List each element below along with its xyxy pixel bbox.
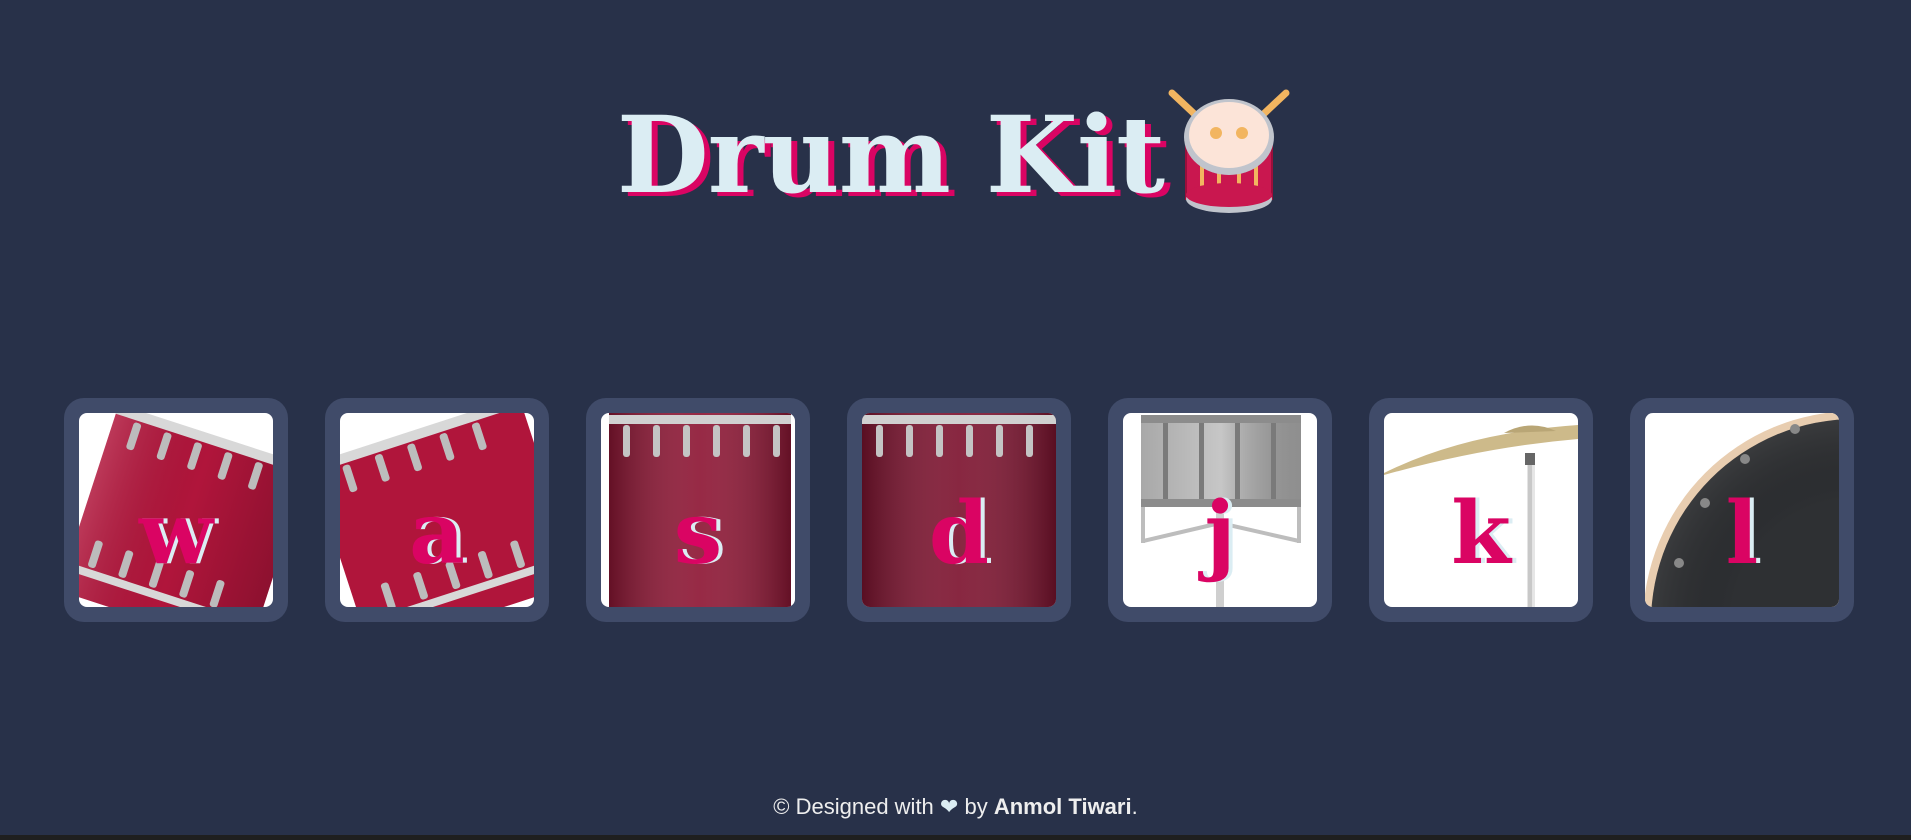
drum-pad-l[interactable]: l [1630, 398, 1854, 622]
drum-pad-k[interactable]: k [1369, 398, 1593, 622]
pad-key-label: j [1204, 483, 1236, 584]
footer-by: by [964, 794, 988, 819]
pad-key-label: a [409, 483, 465, 584]
drum-pad-a[interactable]: a [325, 398, 549, 622]
drum-pad-s[interactable]: s [586, 398, 810, 622]
pad-face: s [601, 413, 795, 607]
pad-key-label: w [138, 483, 214, 584]
page-title: Drum Kit [616, 92, 1165, 217]
drum-pad-j[interactable]: j [1108, 398, 1332, 622]
pad-face: j [1123, 413, 1317, 607]
drum-icon [1168, 89, 1290, 213]
pad-key-label: d [928, 483, 990, 584]
pad-face: w [79, 413, 273, 607]
footer-author[interactable]: Anmol Tiwari [994, 794, 1132, 819]
drum-pad-d[interactable]: d [847, 398, 1071, 622]
footer: © Designed with ❤ by Anmol Tiwari. [0, 794, 1911, 820]
drum-pads: w a s d j k l [64, 398, 1854, 622]
footer-suffix: . [1131, 794, 1138, 819]
pad-face: d [862, 413, 1056, 607]
pad-face: a [340, 413, 534, 607]
pad-key-label: k [1451, 483, 1511, 584]
drum-pad-w[interactable]: w [64, 398, 288, 622]
pad-key-label: l [1725, 483, 1759, 584]
heart-icon: ❤ [939, 794, 959, 819]
bottom-bar [0, 835, 1911, 840]
pad-face: k [1384, 413, 1578, 607]
pad-key-label: s [673, 483, 723, 584]
header: Drum Kit [0, 89, 1911, 217]
footer-prefix: © Designed with [773, 794, 934, 819]
pad-face: l [1645, 413, 1839, 607]
